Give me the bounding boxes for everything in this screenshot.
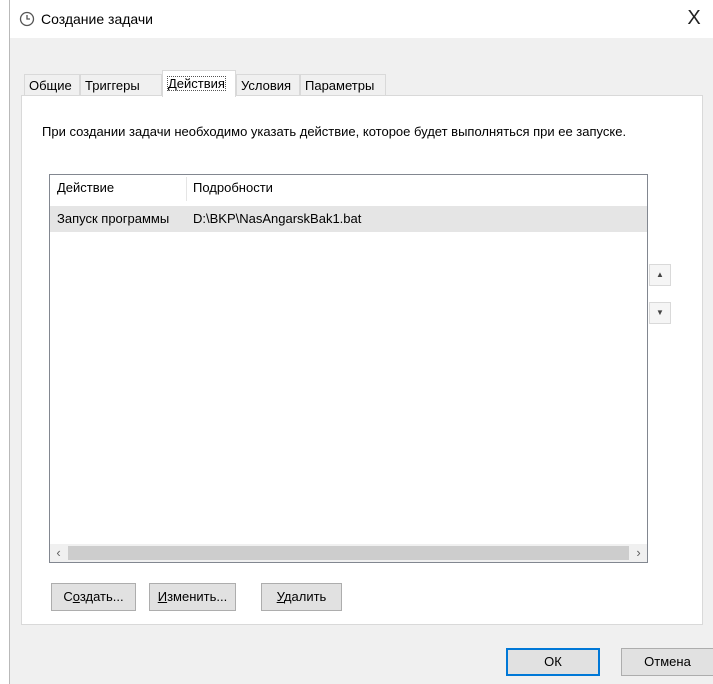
delete-button[interactable]: Удалить: [261, 583, 342, 611]
ok-button[interactable]: ОК: [506, 648, 600, 676]
move-up-icon: ▲: [656, 270, 664, 279]
row-details: D:\BKP\NasAngarskBak1.bat: [193, 211, 362, 226]
actions-description: При создании задачи необходимо указать д…: [42, 124, 627, 139]
close-button[interactable]: X: [675, 0, 713, 38]
list-header: Действие Подробности: [50, 175, 647, 203]
cancel-button[interactable]: Отмена: [621, 648, 713, 676]
edit-button[interactable]: Изменить...: [149, 583, 236, 611]
row-action: Запуск программы: [57, 211, 170, 226]
scroll-left-icon[interactable]: ‹: [50, 544, 67, 562]
scroll-right-icon[interactable]: ›: [630, 544, 647, 562]
actions-list[interactable]: Действие Подробности Запуск программы D:…: [49, 174, 648, 563]
clock-icon: [19, 11, 35, 27]
dialog-footer: ОК Отмена: [10, 625, 713, 684]
horizontal-scrollbar[interactable]: ‹ ›: [50, 544, 647, 562]
task-dialog-window: Создание задачи X Общие Триггеры Действи…: [9, 0, 713, 684]
column-header-details[interactable]: Подробности: [186, 175, 486, 203]
tab-settings[interactable]: Параметры: [300, 74, 386, 96]
title-bar: Создание задачи X: [10, 0, 713, 38]
list-item[interactable]: Запуск программы D:\BKP\NasAngarskBak1.b…: [50, 206, 647, 232]
move-up-button[interactable]: ▲: [649, 264, 671, 286]
column-header-action[interactable]: Действие: [50, 175, 186, 203]
scrollbar-thumb[interactable]: [68, 546, 629, 560]
create-button[interactable]: Создать...: [51, 583, 136, 611]
tab-actions[interactable]: Действия: [162, 70, 236, 97]
tab-triggers[interactable]: Триггеры: [80, 74, 162, 96]
window-title: Создание задачи: [41, 11, 153, 27]
move-down-button[interactable]: ▼: [649, 302, 671, 324]
tab-general[interactable]: Общие: [24, 74, 80, 96]
actions-panel: При создании задачи необходимо указать д…: [21, 95, 703, 625]
move-down-icon: ▼: [656, 308, 664, 317]
tab-conditions[interactable]: Условия: [236, 74, 300, 96]
